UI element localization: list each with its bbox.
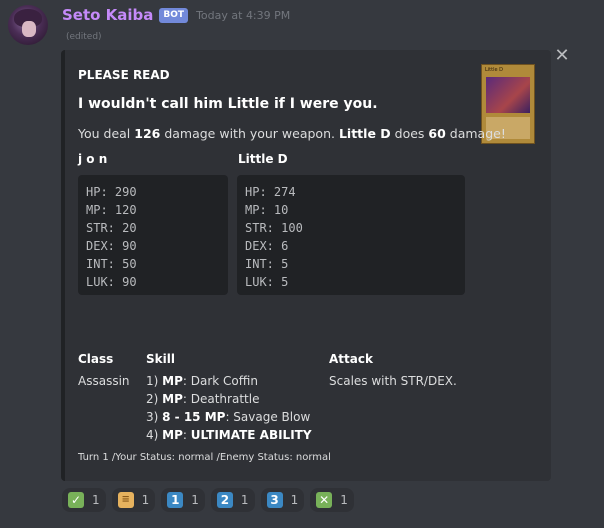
- player-stat: MP: 120: [86, 203, 137, 217]
- reaction-count: 1: [290, 493, 299, 507]
- skill-line: 4) MP: ULTIMATE ABILITY: [146, 428, 312, 442]
- class-field-value: Assassin: [78, 374, 130, 388]
- skill-line: 2) MP: Deathrattle: [146, 392, 260, 406]
- player-stat: LUK: 90: [86, 275, 137, 289]
- reaction-one[interactable]: 1 1: [161, 488, 205, 512]
- card-name: Little D: [485, 67, 504, 73]
- reaction-three[interactable]: 3 1: [260, 488, 305, 512]
- bot-tag: BOT: [159, 7, 189, 23]
- avatar-face: [22, 21, 36, 37]
- enemy-stat: LUK: 5: [245, 275, 289, 289]
- reaction-scroll[interactable]: ≡ 1: [111, 488, 156, 512]
- attack-field-value: Scales with STR/DEX.: [329, 374, 457, 388]
- enemy-stats: HP: 274 MP: 10 STR: 100 DEX: 6 INT: 5 LU…: [237, 175, 465, 295]
- skill-line: 3) 8 - 15 MP: Savage Blow: [146, 410, 311, 424]
- keycap-3-icon: 3: [266, 492, 283, 508]
- embed-author: PLEASE READ: [78, 68, 170, 82]
- avatar[interactable]: [8, 5, 48, 45]
- skill-field-value: 1) MP: Dark Coffin 2) MP: Deathrattle 3)…: [146, 372, 312, 444]
- reaction-two[interactable]: 2 1: [210, 488, 255, 512]
- enemy-stat: MP: 10: [245, 203, 289, 217]
- skill-field-name: Skill: [146, 352, 175, 366]
- check-mark-icon: ✓: [68, 492, 84, 508]
- embed-footer: Turn 1 /Your Status: normal /Enemy Statu…: [78, 452, 331, 463]
- reaction-count: 1: [141, 493, 150, 507]
- skill-line: 1) MP: Dark Coffin: [146, 374, 258, 388]
- enemy-stat: DEX: 6: [245, 239, 289, 253]
- attack-field-name: Attack: [329, 352, 373, 366]
- card-art: [486, 77, 530, 113]
- enemy-stat: HP: 274: [245, 185, 296, 199]
- reaction-count: 1: [340, 493, 348, 507]
- reaction-check[interactable]: ✓ 1: [62, 488, 106, 512]
- keycap-1-icon: 1: [167, 492, 184, 508]
- cross-mark-icon: ✕: [316, 492, 333, 508]
- player-stat: STR: 20: [86, 221, 137, 235]
- player-stat: DEX: 90: [86, 239, 137, 253]
- reaction-cross[interactable]: ✕ 1: [310, 488, 354, 512]
- enemy-stat: INT: 5: [245, 257, 289, 271]
- timestamp[interactable]: Today at 4:39 PM: [196, 9, 290, 22]
- player-stat: INT: 50: [86, 257, 137, 271]
- embed-description: You deal 126 damage with your weapon. Li…: [78, 126, 506, 141]
- embed-title: I wouldn't call him Little if I were you…: [78, 96, 378, 112]
- username[interactable]: Seto Kaiba: [62, 6, 153, 24]
- message-header: Seto Kaiba BOT Today at 4:39 PM: [62, 4, 290, 26]
- edited-label: (edited): [66, 32, 102, 42]
- enemy-stat: STR: 100: [245, 221, 303, 235]
- player-stat: HP: 290: [86, 185, 137, 199]
- close-icon[interactable]: ✕: [554, 46, 570, 66]
- reactions-bar: ✓ 1 ≡ 1 1 1 2 1 3 1 ✕ 1: [62, 488, 360, 512]
- reaction-count: 1: [92, 493, 100, 507]
- player-name: j o n: [78, 152, 108, 166]
- reaction-count: 1: [240, 493, 249, 507]
- scroll-icon: ≡: [117, 492, 134, 508]
- keycap-2-icon: 2: [216, 492, 233, 508]
- reaction-count: 1: [191, 493, 199, 507]
- class-field-name: Class: [78, 352, 114, 366]
- enemy-name: Little D: [238, 152, 288, 166]
- player-stats: HP: 290 MP: 120 STR: 20 DEX: 90 INT: 50 …: [78, 175, 228, 295]
